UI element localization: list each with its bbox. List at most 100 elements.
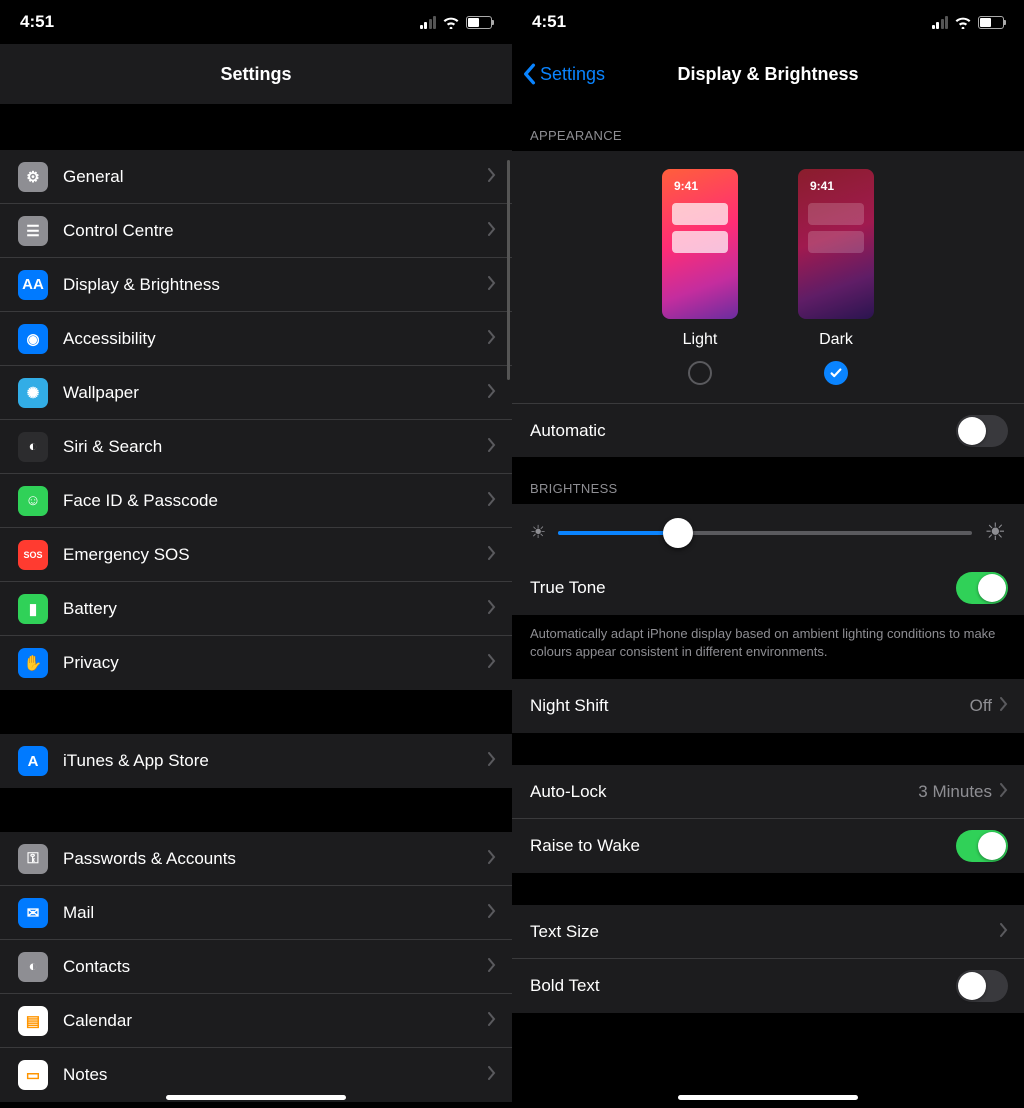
raise-to-wake-row: Raise to Wake xyxy=(512,819,1024,873)
chevron-right-icon xyxy=(488,957,496,977)
wallpaper-icon: ✺ xyxy=(18,378,48,408)
brightness-slider[interactable] xyxy=(558,531,972,535)
battery-icon xyxy=(978,16,1004,29)
gear-icon: ⚙︎ xyxy=(18,162,48,192)
row-label: Privacy xyxy=(63,653,488,673)
page-title: Display & Brightness xyxy=(677,64,858,85)
true-tone-toggle[interactable] xyxy=(956,572,1008,604)
settings-screen: 4:51 Settings ⚙︎General☰Control CentreAA… xyxy=(0,0,512,1108)
settings-row-notes[interactable]: ▭ Notes xyxy=(0,1048,512,1102)
contacts-icon: ◐ xyxy=(18,952,48,982)
status-time: 4:51 xyxy=(532,12,566,32)
chevron-right-icon xyxy=(1000,696,1008,716)
settings-row-siri-search[interactable]: ◐ Siri & Search xyxy=(0,420,512,474)
chevron-right-icon xyxy=(488,383,496,403)
battery-icon: ▮ xyxy=(18,594,48,624)
chevron-right-icon xyxy=(488,221,496,241)
settings-row-calendar[interactable]: ▤ Calendar xyxy=(0,994,512,1048)
privacy-icon: ✋ xyxy=(18,648,48,678)
settings-row-face-id-passcode[interactable]: ☺ Face ID & Passcode xyxy=(0,474,512,528)
dark-label: Dark xyxy=(819,331,853,349)
chevron-right-icon xyxy=(488,1011,496,1031)
settings-row-general[interactable]: ⚙︎ General xyxy=(0,150,512,204)
dark-preview: 9:41 xyxy=(798,169,874,319)
notes-icon: ▭ xyxy=(18,1060,48,1090)
calendar-icon: ▤ xyxy=(18,1006,48,1036)
settings-row-passwords-accounts[interactable]: ⚿ Passwords & Accounts xyxy=(0,832,512,886)
settings-row-privacy[interactable]: ✋ Privacy xyxy=(0,636,512,690)
chevron-right-icon xyxy=(488,329,496,349)
siri-icon: ◐ xyxy=(18,432,48,462)
sun-large-icon: ☀︎ xyxy=(984,518,1006,547)
back-label: Settings xyxy=(540,64,605,85)
row-label: General xyxy=(63,167,488,187)
status-icons xyxy=(420,15,493,29)
row-label: Display & Brightness xyxy=(63,275,488,295)
true-tone-note: Automatically adapt iPhone display based… xyxy=(512,615,1024,679)
settings-row-wallpaper[interactable]: ✺ Wallpaper xyxy=(0,366,512,420)
brightness-header: Brightness xyxy=(512,457,1024,504)
settings-row-emergency-sos[interactable]: SOS Emergency SOS xyxy=(0,528,512,582)
brightness-knob[interactable] xyxy=(663,518,693,548)
raise-to-wake-toggle[interactable] xyxy=(956,830,1008,862)
sos-icon: SOS xyxy=(18,540,48,570)
row-label: Wallpaper xyxy=(63,383,488,403)
settings-row-contacts[interactable]: ◐ Contacts xyxy=(0,940,512,994)
status-time: 4:51 xyxy=(20,12,54,32)
mail-icon: ✉︎ xyxy=(18,898,48,928)
nav-bar: Settings Display & Brightness xyxy=(512,44,1024,104)
status-bar: 4:51 xyxy=(512,0,1024,44)
battery-icon xyxy=(466,16,492,29)
dark-radio[interactable] xyxy=(824,361,848,385)
home-indicator[interactable] xyxy=(678,1095,858,1100)
settings-row-battery[interactable]: ▮Battery xyxy=(0,582,512,636)
page-title: Settings xyxy=(220,64,291,85)
wifi-icon xyxy=(954,15,972,29)
chevron-right-icon xyxy=(488,275,496,295)
bold-text-toggle[interactable] xyxy=(956,970,1008,1002)
settings-row-display-brightness[interactable]: AA Display & Brightness xyxy=(0,258,512,312)
row-label: Calendar xyxy=(63,1011,488,1031)
wifi-icon xyxy=(442,15,460,29)
appearance-dark[interactable]: 9:41 Dark xyxy=(798,169,874,385)
settings-row-mail[interactable]: ✉︎Mail xyxy=(0,886,512,940)
chevron-right-icon xyxy=(488,903,496,923)
cellular-icon xyxy=(420,16,437,29)
row-label: Passwords & Accounts xyxy=(63,849,488,869)
toggles-icon: ☰ xyxy=(18,216,48,246)
row-label: Notes xyxy=(63,1065,488,1085)
sun-small-icon: ☀︎ xyxy=(530,522,546,543)
text-size-row[interactable]: Text Size xyxy=(512,905,1024,959)
settings-row-itunes-app-store[interactable]: AiTunes & App Store xyxy=(0,734,512,788)
display-brightness-screen: 4:51 Settings Display & Brightness Appea… xyxy=(512,0,1024,1108)
chevron-right-icon xyxy=(488,545,496,565)
text-size-icon: AA xyxy=(18,270,48,300)
row-label: Contacts xyxy=(63,957,488,977)
chevron-right-icon xyxy=(488,167,496,187)
automatic-row: Automatic xyxy=(512,403,1024,457)
night-shift-row[interactable]: Night Shift Off xyxy=(512,679,1024,733)
appearance-header: Appearance xyxy=(512,104,1024,151)
back-button[interactable]: Settings xyxy=(522,63,605,85)
home-indicator[interactable] xyxy=(166,1095,346,1100)
auto-lock-row[interactable]: Auto-Lock 3 Minutes xyxy=(512,765,1024,819)
scrollbar[interactable] xyxy=(507,160,510,380)
appearance-light[interactable]: 9:41 Light xyxy=(662,169,738,385)
chevron-right-icon xyxy=(488,653,496,673)
brightness-slider-row: ☀︎ ☀︎ xyxy=(512,504,1024,561)
row-label: iTunes & App Store xyxy=(63,751,488,771)
chevron-right-icon xyxy=(1000,782,1008,802)
key-icon: ⚿ xyxy=(18,844,48,874)
light-label: Light xyxy=(683,331,718,349)
row-label: Emergency SOS xyxy=(63,545,488,565)
light-radio[interactable] xyxy=(688,361,712,385)
automatic-toggle[interactable] xyxy=(956,415,1008,447)
nav-bar: Settings xyxy=(0,44,512,104)
row-label: Siri & Search xyxy=(63,437,488,457)
settings-row-accessibility[interactable]: ◉Accessibility xyxy=(0,312,512,366)
status-bar: 4:51 xyxy=(0,0,512,44)
accessibility-icon: ◉ xyxy=(18,324,48,354)
settings-row-control-centre[interactable]: ☰Control Centre xyxy=(0,204,512,258)
faceid-icon: ☺ xyxy=(18,486,48,516)
row-label: Face ID & Passcode xyxy=(63,491,488,511)
